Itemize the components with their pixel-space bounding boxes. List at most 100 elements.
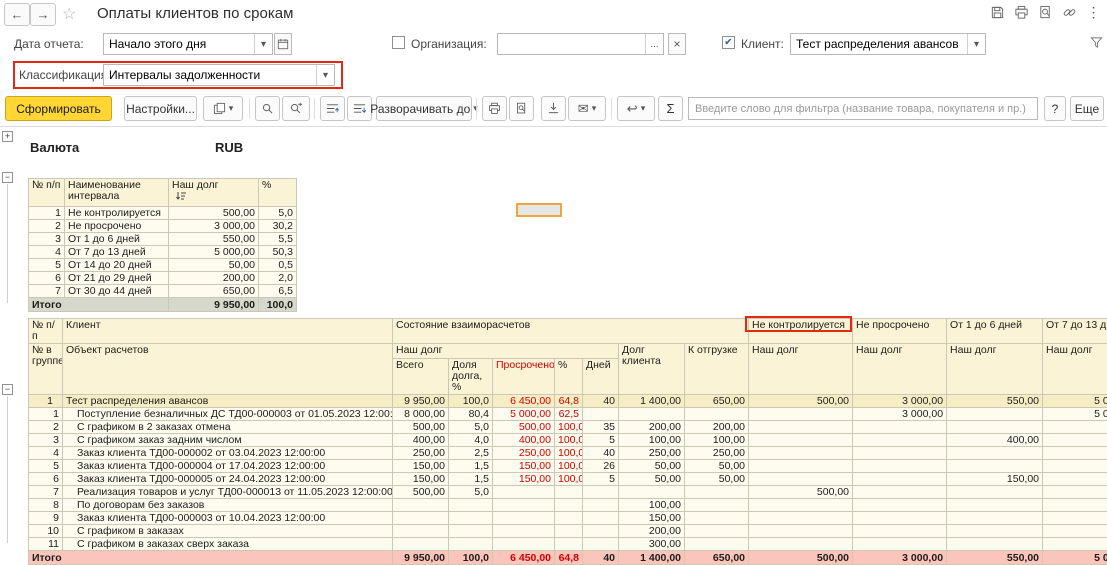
cell-dney[interactable]: 5 [583,473,619,486]
cell-num[interactable]: 3 [29,233,65,246]
cell-num[interactable]: 1 [29,408,63,421]
more-menu-icon[interactable]: ⋮ [1086,5,1101,20]
cell-dolg[interactable]: 50,00 [619,460,685,473]
cell-num[interactable]: 10 [29,525,63,538]
cell-o16[interactable] [947,538,1043,551]
cell-name[interactable]: От 1 до 6 дней [65,233,169,246]
cell-dney[interactable] [583,525,619,538]
cell-prosr[interactable] [493,525,555,538]
cell-dolya[interactable]: 100,0 [449,551,493,565]
cell-prosr[interactable] [493,499,555,512]
cell-otgr[interactable]: 650,00 [685,551,749,565]
cell-o713[interactable] [1043,434,1107,447]
cell-o16[interactable] [947,447,1043,460]
column-header-our-debt[interactable]: Наш долг [947,344,1043,395]
cell-pct[interactable]: 0,5 [259,259,297,272]
cell-np[interactable] [853,460,947,473]
cell-num[interactable]: 3 [29,434,63,447]
column-header-overdue[interactable]: Просрочено [493,359,555,395]
cell-vsego[interactable]: 250,00 [393,447,449,460]
cell-vsego[interactable] [393,499,449,512]
forward-button[interactable]: → [30,3,56,26]
cell-np[interactable] [853,473,947,486]
sum-button[interactable]: Σ [658,96,683,121]
cell-dolg[interactable]: 300,00 [619,538,685,551]
cell-nk[interactable] [749,525,853,538]
cell-name[interactable]: От 14 до 20 дней [65,259,169,272]
cell-name[interactable]: Заказ клиента ТД00-000002 от 03.04.2023 … [63,447,393,460]
cell-o16[interactable] [947,525,1043,538]
print-preview-button[interactable] [509,96,534,121]
send-email-button[interactable]: ✉ ▾ [568,96,606,121]
organization-clear-button[interactable]: × [668,33,686,55]
cell-pct[interactable]: 62,5 [555,408,583,421]
cell-prosr[interactable]: 150,00 [493,460,555,473]
cell-pct[interactable]: 100,0 [555,434,583,447]
report-variants-button[interactable]: ▾ [203,96,243,121]
cell-pct[interactable]: 5,5 [259,233,297,246]
cell-pct[interactable] [555,512,583,525]
cell-dolg[interactable]: 50,00 [619,473,685,486]
cell-num[interactable]: 1 [29,395,63,408]
cell-o16[interactable]: 150,00 [947,473,1043,486]
cell-np[interactable] [853,447,947,460]
cell-pct[interactable]: 64,8 [555,551,583,565]
cell-num[interactable]: 2 [29,220,65,233]
cell-debt[interactable]: 550,00 [169,233,259,246]
cell-otgr[interactable] [685,512,749,525]
column-header-not-overdue[interactable]: Не просрочено [853,319,947,344]
column-header-num[interactable]: № п/п [29,179,65,207]
cell-prosr[interactable] [493,538,555,551]
cell-pct[interactable] [555,486,583,499]
choose-ellipsis-button[interactable]: ... [645,34,663,54]
cell-vsego[interactable] [393,525,449,538]
cell-dolg[interactable]: 150,00 [619,512,685,525]
cell-dolya[interactable]: 5,0 [449,486,493,499]
column-header-client[interactable]: Клиент [63,319,393,344]
column-header-our-debt[interactable]: Наш долг [853,344,947,395]
cell-prosr[interactable]: 5 000,00 [493,408,555,421]
expand-all-toggle[interactable]: + [2,131,13,142]
column-header-our-debt[interactable]: Наш долг [1043,344,1107,395]
report-date-field[interactable]: Начало этого дня ▾ [103,33,273,55]
cell-otgr[interactable]: 50,00 [685,460,749,473]
cell-name[interactable]: С графиком в заказах [63,525,393,538]
cell-o16[interactable] [947,408,1043,421]
cell-dolg[interactable]: 1 400,00 [619,395,685,408]
cell-np[interactable]: 3 000,00 [853,408,947,421]
column-header-settlement-object[interactable]: Объект расчетов [63,344,393,395]
cell-np[interactable] [853,538,947,551]
column-header-our-debt[interactable]: Наш долг [169,179,259,207]
cell-o713[interactable] [1043,421,1107,434]
cell-dolya[interactable] [449,512,493,525]
cell-prosr[interactable]: 500,00 [493,421,555,434]
cell-nk[interactable] [749,473,853,486]
cell-np[interactable] [853,434,947,447]
cell-pct[interactable]: 5,0 [259,207,297,220]
cell-nk[interactable] [749,499,853,512]
cell-name[interactable]: От 30 до 44 дней [65,285,169,298]
cell-pct[interactable]: 6,5 [259,285,297,298]
cell-otgr[interactable] [685,408,749,421]
client-checkbox[interactable]: ✔ [722,36,735,49]
cell-pct[interactable]: 30,2 [259,220,297,233]
cell-num[interactable]: 7 [29,285,65,298]
cell-o713[interactable] [1043,447,1107,460]
cell-otgr[interactable]: 650,00 [685,395,749,408]
cell-dolya[interactable]: 100,0 [449,395,493,408]
cell-prosr[interactable]: 250,00 [493,447,555,460]
column-header-num-in-group[interactable]: № в группе [29,344,63,395]
find-on-page-icon[interactable] [1038,5,1053,20]
cell-o713[interactable]: 5 000,00 [1043,408,1107,421]
cell-dolg[interactable] [619,486,685,499]
cell-debt[interactable]: 50,00 [169,259,259,272]
expand-to-button[interactable]: Разворачивать до ▾ [376,96,472,121]
cell-name[interactable]: От 7 до 13 дней [65,246,169,259]
cell-otgr[interactable]: 50,00 [685,473,749,486]
cell-otgr[interactable]: 100,00 [685,434,749,447]
save-file-button[interactable] [541,96,566,121]
cell-dney[interactable] [583,538,619,551]
search-button[interactable] [255,96,280,121]
cell-o16[interactable] [947,460,1043,473]
cell-dolya[interactable]: 5,0 [449,421,493,434]
